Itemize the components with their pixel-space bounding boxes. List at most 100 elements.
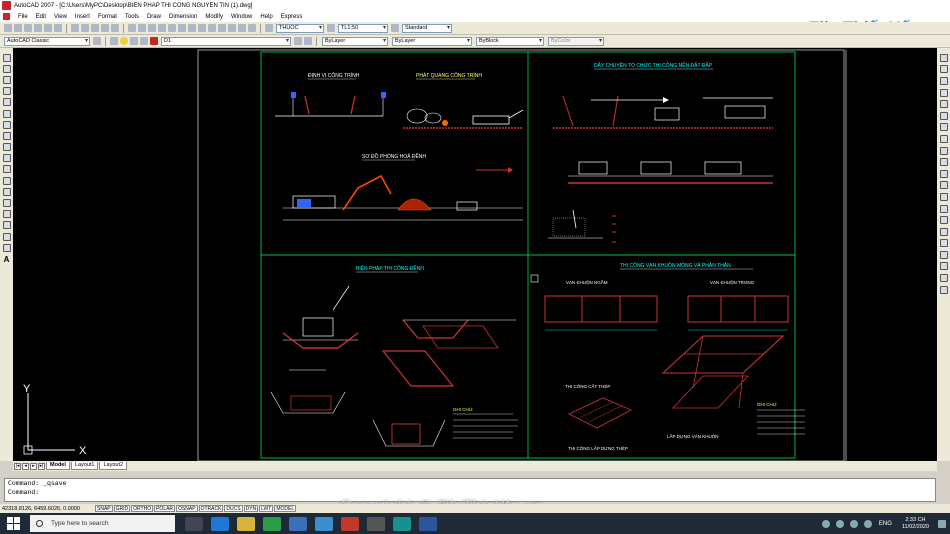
document-icon[interactable]: [3, 13, 10, 20]
tab-layout2[interactable]: Layout2: [99, 462, 128, 470]
app-icon[interactable]: [341, 516, 359, 531]
first-tab-button[interactable]: |◂: [14, 462, 21, 470]
polygon-icon[interactable]: [2, 87, 11, 96]
gradient-icon[interactable]: [2, 221, 11, 230]
model-toggle[interactable]: MODEL: [274, 505, 297, 512]
spline-icon[interactable]: [2, 143, 11, 152]
ellipse-icon[interactable]: [2, 154, 11, 163]
menu-edit[interactable]: Edit: [32, 14, 50, 20]
rotate-icon[interactable]: [939, 123, 948, 132]
erase-icon[interactable]: [939, 53, 948, 62]
table-icon[interactable]: [2, 243, 11, 252]
dim-style-select[interactable]: TL1:50: [338, 23, 388, 33]
menu-draw[interactable]: Draw: [143, 14, 165, 20]
chamfer-icon[interactable]: [939, 216, 948, 225]
menu-modify[interactable]: Modify: [201, 14, 227, 20]
clock[interactable]: 2:33 CH 11/02/2020: [902, 517, 929, 531]
match-properties-icon[interactable]: [101, 24, 109, 32]
text-style-select[interactable]: THUOC: [276, 23, 324, 33]
notification-icon[interactable]: [938, 519, 946, 528]
lwt-toggle[interactable]: LWT: [259, 505, 274, 512]
tab-layout1[interactable]: Layout1: [70, 462, 99, 470]
revision-cloud-icon[interactable]: [2, 131, 11, 140]
windows-start-icon[interactable]: [7, 516, 25, 531]
layer-freeze-icon[interactable]: [130, 37, 138, 45]
break-icon[interactable]: [939, 192, 948, 201]
layer-lock-icon[interactable]: [140, 37, 148, 45]
copy-icon[interactable]: [81, 24, 89, 32]
plot-preview-icon[interactable]: [44, 24, 52, 32]
layer-on-icon[interactable]: [120, 37, 128, 45]
color-select[interactable]: ByLayer: [322, 36, 388, 46]
misc-app-icon[interactable]: [367, 516, 385, 531]
layer-color-icon[interactable]: [150, 37, 158, 45]
scale-icon[interactable]: [939, 134, 948, 143]
text-edit-icon[interactable]: [939, 285, 948, 294]
ellipse-arc-icon[interactable]: [2, 165, 11, 174]
ducs-toggle[interactable]: DUCS: [224, 505, 243, 512]
array-icon[interactable]: [939, 100, 948, 109]
network-icon[interactable]: [849, 519, 858, 528]
workspace-settings-icon[interactable]: [93, 37, 101, 45]
zoom-window-icon[interactable]: [168, 24, 176, 32]
dim-style-icon[interactable]: [327, 24, 335, 32]
hatch-edit-icon[interactable]: [939, 274, 948, 283]
lineweight-select[interactable]: ByBlock: [476, 36, 544, 46]
layer-previous-icon[interactable]: [304, 37, 312, 45]
zoom-previous-icon[interactable]: [178, 24, 186, 32]
task-view-icon[interactable]: [185, 516, 203, 531]
sheet-set-icon[interactable]: [218, 24, 226, 32]
last-tab-button[interactable]: ▸|: [38, 462, 45, 470]
open-file-icon[interactable]: [14, 24, 22, 32]
autocad-app-icon[interactable]: [2, 1, 11, 10]
make-block-icon[interactable]: [2, 187, 11, 196]
menu-window[interactable]: Window: [227, 14, 256, 20]
point-icon[interactable]: [2, 199, 11, 208]
make-current-layer-icon[interactable]: [294, 37, 302, 45]
hatch-icon[interactable]: [2, 210, 11, 219]
tray-app-icon[interactable]: [821, 519, 830, 528]
command-prompt[interactable]: Command:: [5, 488, 935, 497]
circle-icon[interactable]: [2, 120, 11, 129]
linetype-select[interactable]: ByLayer: [392, 36, 472, 46]
break-at-point-icon[interactable]: [939, 181, 948, 190]
autocad-taskbar-icon[interactable]: [393, 516, 411, 531]
text-style-icon[interactable]: [265, 24, 273, 32]
dimension-icon[interactable]: [939, 250, 948, 259]
workspace-select[interactable]: AutoCAD Classic: [4, 36, 90, 46]
prev-tab-button[interactable]: ◂: [22, 462, 29, 470]
multiline-text-icon[interactable]: A: [4, 255, 10, 264]
chrome-icon[interactable]: [263, 516, 281, 531]
polyline-icon[interactable]: [2, 75, 11, 84]
design-center-icon[interactable]: [198, 24, 206, 32]
move-icon[interactable]: [939, 111, 948, 120]
table-style-icon[interactable]: [391, 24, 399, 32]
zoom-realtime-icon[interactable]: [158, 24, 166, 32]
snap-toggle[interactable]: SNAP: [95, 505, 113, 512]
copy-object-icon[interactable]: [939, 65, 948, 74]
publish-icon[interactable]: [54, 24, 62, 32]
language-indicator[interactable]: ENG: [879, 521, 892, 527]
block-editor-icon[interactable]: [111, 24, 119, 32]
construction-line-icon[interactable]: [2, 64, 11, 73]
markup-icon[interactable]: [228, 24, 236, 32]
quickcalc-icon[interactable]: [238, 24, 246, 32]
grid-toggle[interactable]: GRID: [113, 505, 131, 512]
table-style-select[interactable]: Standard: [402, 23, 452, 33]
print-icon[interactable]: [34, 24, 42, 32]
volume-icon[interactable]: [863, 519, 872, 528]
join-icon[interactable]: [939, 204, 948, 213]
pan-icon[interactable]: [148, 24, 156, 32]
layer-manager-icon[interactable]: [110, 37, 118, 45]
stretch-icon[interactable]: [939, 146, 948, 155]
edge-icon[interactable]: [211, 516, 229, 531]
osnap-toggle[interactable]: OSNAP: [176, 505, 198, 512]
tab-model[interactable]: Model: [46, 462, 70, 470]
arc-icon[interactable]: [2, 109, 11, 118]
taskbar-search[interactable]: Type here to search: [30, 515, 175, 532]
fillet-icon[interactable]: [939, 227, 948, 236]
file-explorer-icon[interactable]: [237, 516, 255, 531]
offset-icon[interactable]: [939, 88, 948, 97]
mail-icon[interactable]: [289, 516, 307, 531]
region-icon[interactable]: [2, 232, 11, 241]
